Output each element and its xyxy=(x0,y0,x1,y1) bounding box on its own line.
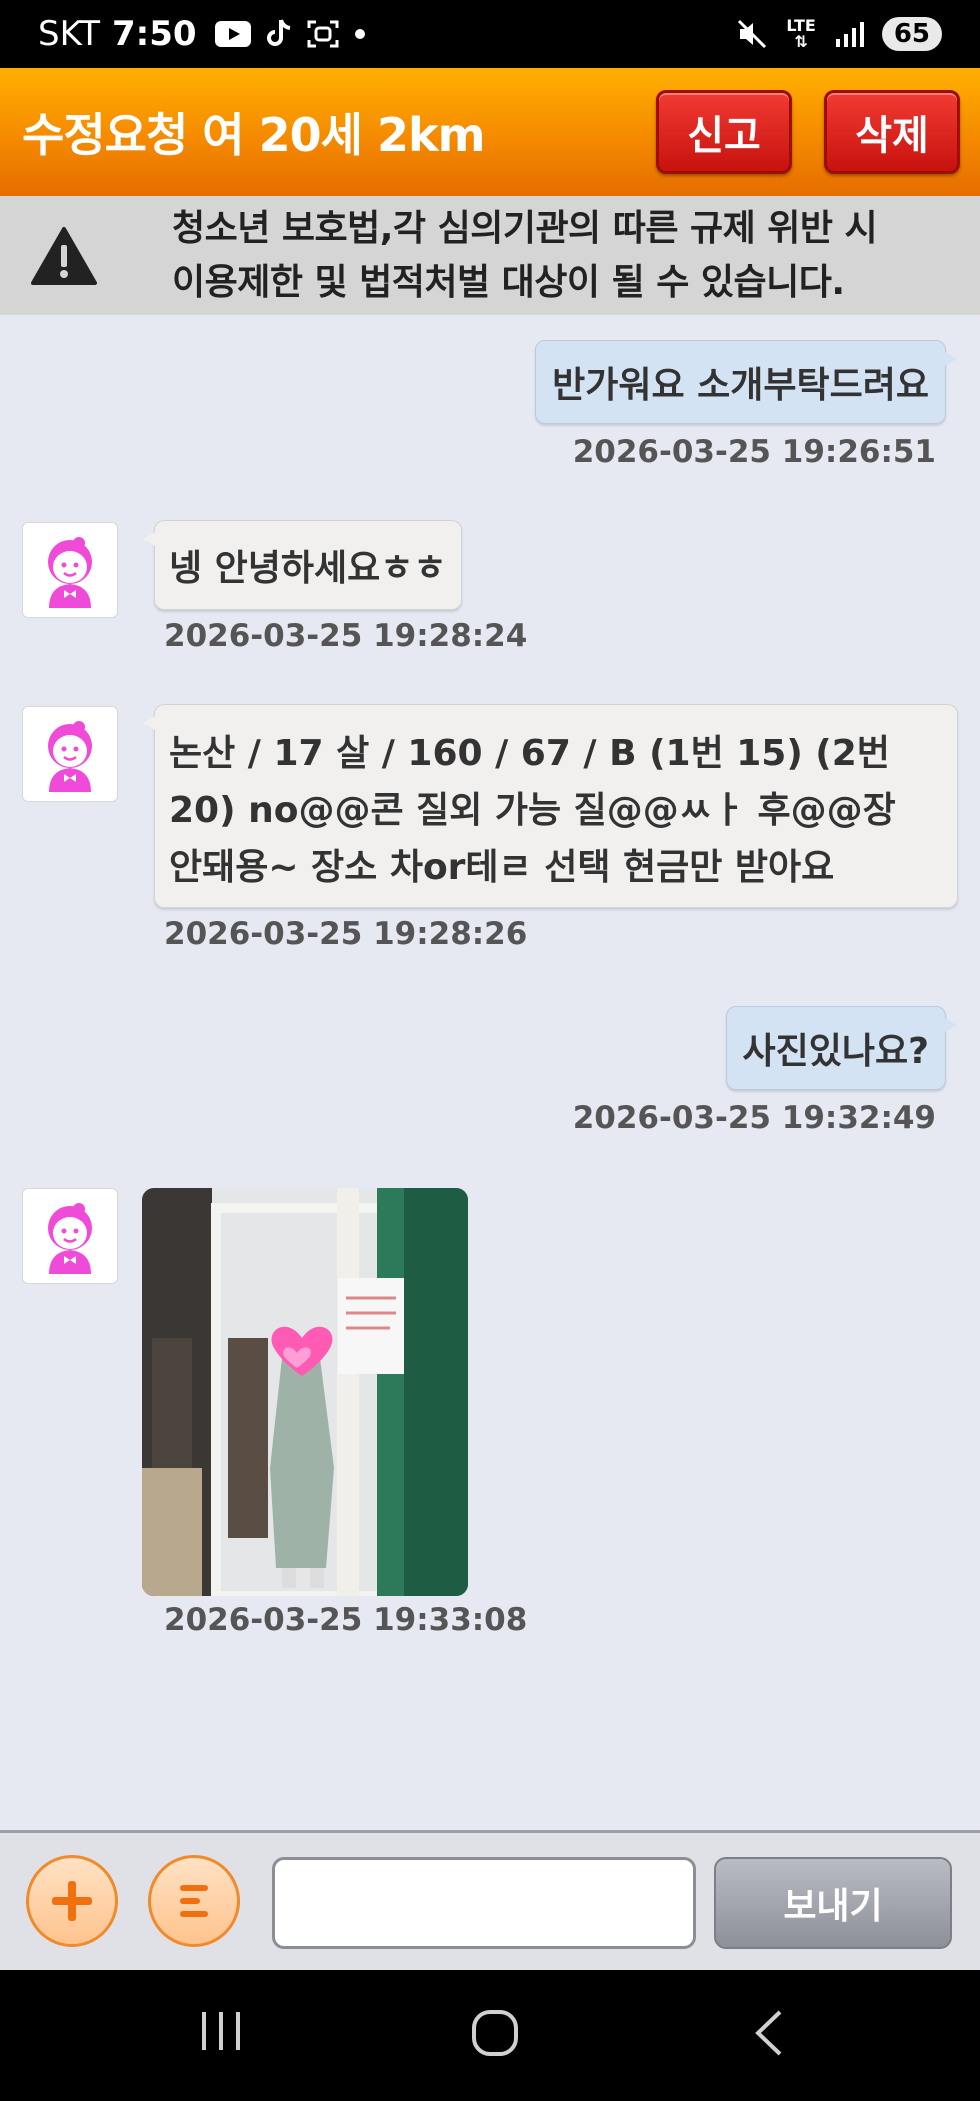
message-timestamp: 2026-03-25 19:32:49 xyxy=(572,1100,936,1136)
message-line: 안돼용~ 장소 차or테ㄹ 선택 현금만 받아요 xyxy=(169,847,835,888)
chat-header: 수정요청 여 20세 2km 신고 삭제 xyxy=(0,68,980,196)
delete-button[interactable]: 삭제 xyxy=(824,90,960,174)
battery-indicator: 65 xyxy=(881,17,942,51)
signal-icon xyxy=(835,22,864,47)
message-line: 20) no@@콘 질외 가능 질@@ㅆㅏ 후@@장 xyxy=(169,790,896,831)
carrier-label: SKT xyxy=(38,14,101,54)
mute-icon xyxy=(738,19,767,49)
avatar[interactable] xyxy=(22,1188,118,1284)
message-input-bar: 보내기 xyxy=(0,1830,980,1970)
recent-apps-icon[interactable] xyxy=(198,2008,244,2054)
navigation-bar xyxy=(0,1970,980,2101)
sent-message[interactable]: 반가워요 소개부탁드려요 xyxy=(535,340,957,424)
tiktok-icon xyxy=(266,19,290,46)
message-input[interactable] xyxy=(272,1857,696,1949)
back-icon[interactable] xyxy=(752,2008,786,2058)
received-message[interactable]: 논산 / 17 살 / 160 / 67 / B (1번 15) (2번 20)… xyxy=(143,704,958,908)
report-button[interactable]: 신고 xyxy=(656,90,792,174)
received-message[interactable]: 넹 안녕하세요ㅎㅎ xyxy=(143,520,462,610)
home-icon[interactable] xyxy=(470,2008,520,2058)
avatar[interactable] xyxy=(22,522,118,618)
photo-attachment[interactable] xyxy=(142,1188,468,1596)
add-attachment-button[interactable] xyxy=(26,1855,118,1947)
girl-avatar-icon xyxy=(48,1203,92,1274)
clock: 7:50 xyxy=(112,14,197,54)
page-title: 수정요청 여 20세 2km xyxy=(22,108,486,162)
girl-avatar-icon xyxy=(48,537,92,608)
message-timestamp: 2026-03-25 19:28:24 xyxy=(164,618,528,654)
send-button[interactable]: 보내기 xyxy=(714,1857,952,1949)
lte-icon: LTE ⇅ xyxy=(786,16,816,51)
photo-image xyxy=(142,1188,468,1596)
sent-message[interactable]: 사진있나요? xyxy=(725,1006,958,1090)
menu-button[interactable] xyxy=(148,1855,240,1947)
warning-icon xyxy=(31,226,97,285)
status-bar: SKT 7:50 LTE ⇅ 65 xyxy=(0,0,980,68)
warning-text: 청소년 보호법,각 심의기관의 따른 규제 위반 시 이용제한 및 법적처벌 대… xyxy=(172,202,878,310)
network-label: LTE xyxy=(786,16,816,35)
message-timestamp: 2026-03-25 19:33:08 xyxy=(164,1602,528,1638)
warning-banner: 청소년 보호법,각 심의기관의 따른 규제 위반 시 이용제한 및 법적처벌 대… xyxy=(0,196,980,315)
message-line: 논산 / 17 살 / 160 / 67 / B (1번 15) (2번 xyxy=(169,733,890,774)
notification-dot-icon xyxy=(354,29,365,39)
warning-line-1: 청소년 보호법,각 심의기관의 따른 규제 위반 시 xyxy=(172,207,878,249)
youtube-icon xyxy=(214,21,251,47)
message-timestamp: 2026-03-25 19:28:26 xyxy=(164,916,528,952)
chat-menu-icon xyxy=(180,1885,208,1917)
warning-line-2: 이용제한 및 법적처벌 대상이 될 수 있습니다. xyxy=(172,261,845,303)
plus-icon xyxy=(52,1881,92,1921)
screenshot-icon xyxy=(307,20,339,48)
message-timestamp: 2026-03-25 19:26:51 xyxy=(572,434,936,470)
avatar[interactable] xyxy=(22,706,118,802)
girl-avatar-icon xyxy=(48,721,92,792)
